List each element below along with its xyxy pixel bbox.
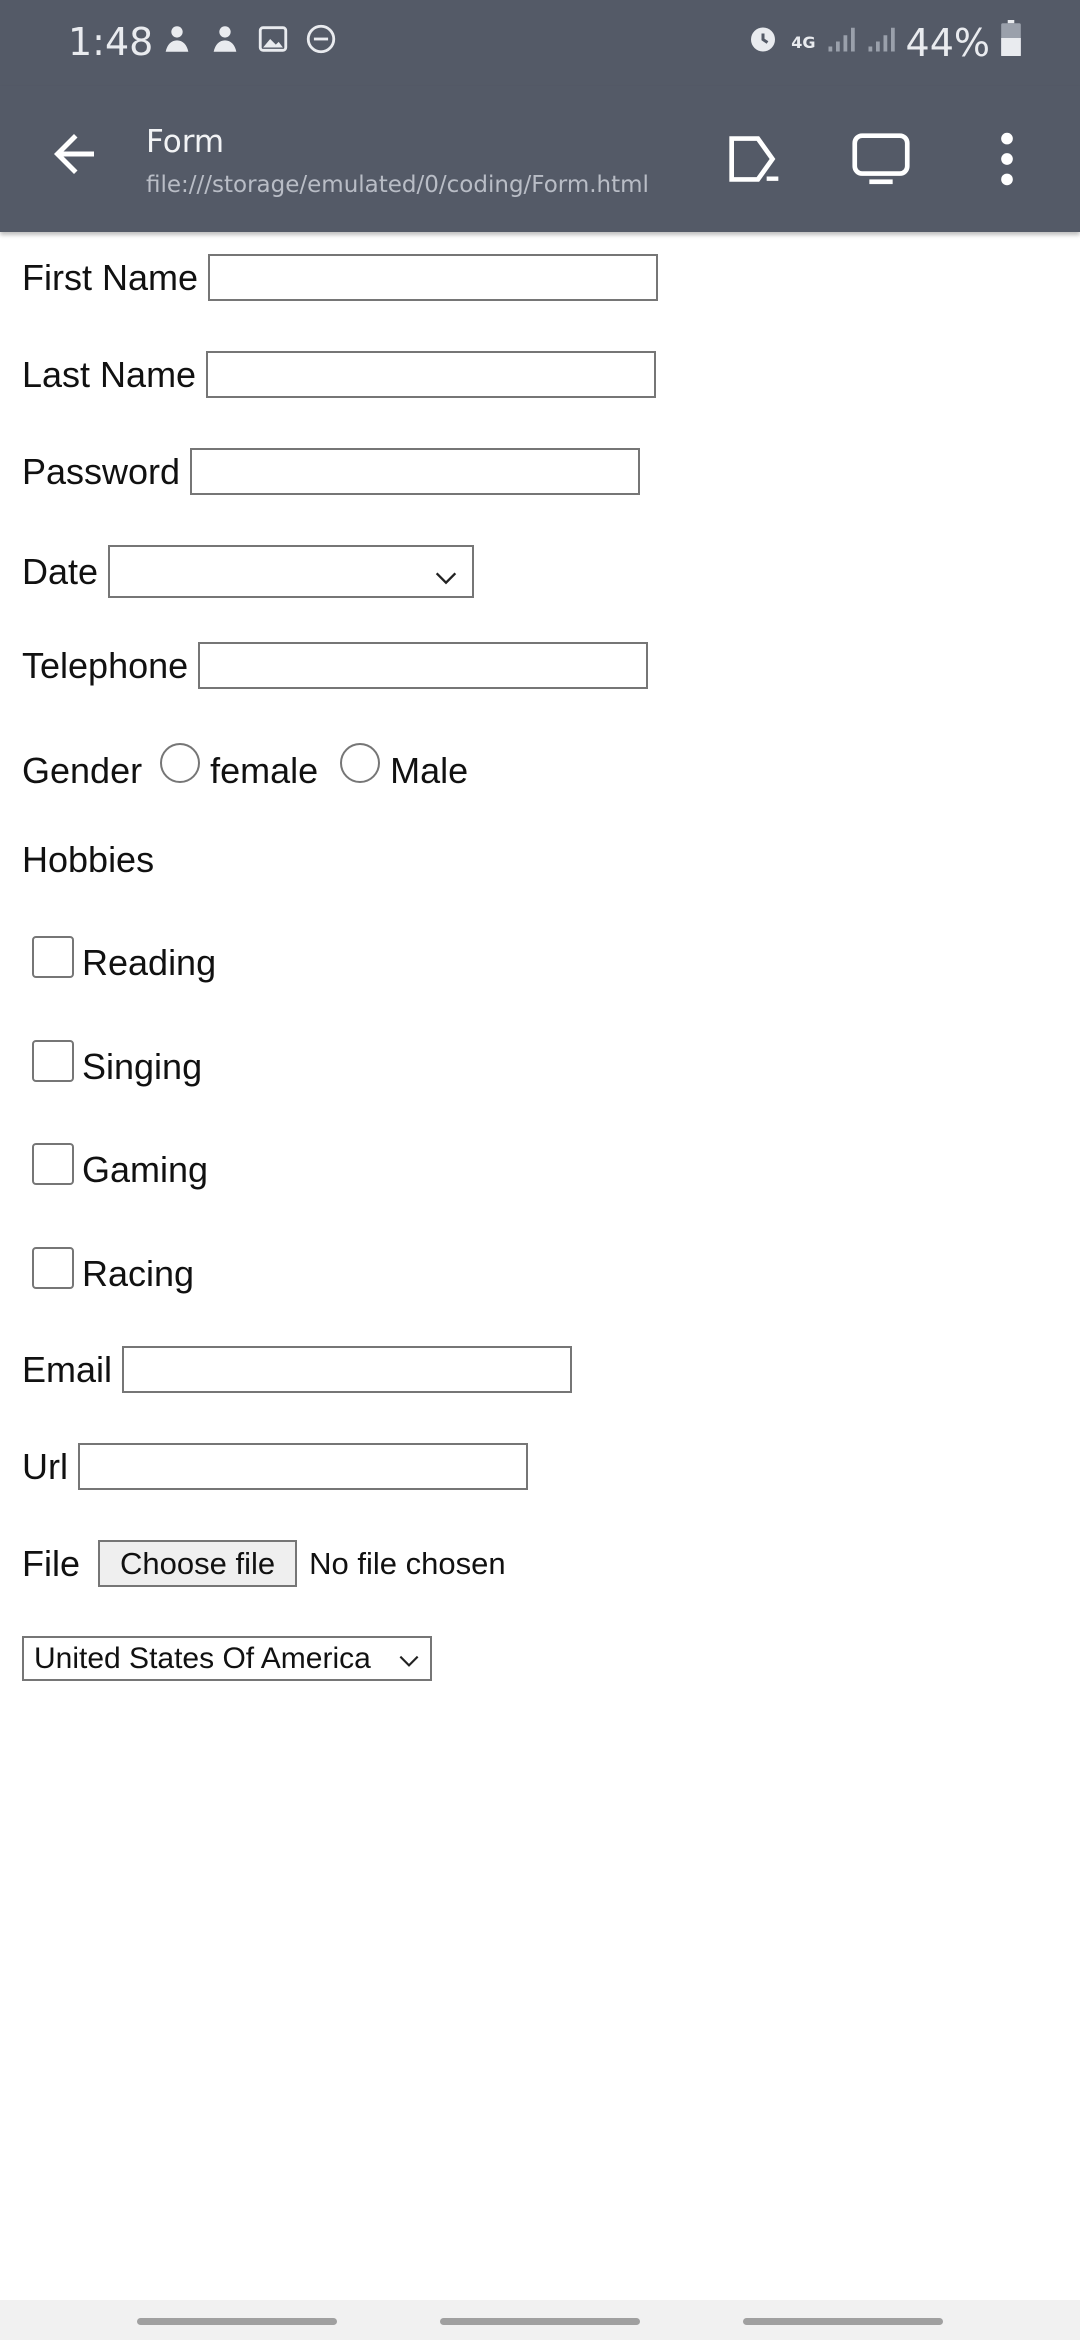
- hobby-reading-label: Reading: [82, 942, 217, 983]
- hobbies-label: Hobbies: [22, 839, 155, 880]
- nav-home-handle[interactable]: [440, 2318, 640, 2325]
- url-label: Url: [22, 1445, 68, 1487]
- telephone-row: Telephone: [22, 642, 649, 689]
- alarm-icon: [745, 20, 781, 65]
- signal-icon: [826, 21, 856, 65]
- hobby-singing-label: Singing: [82, 1046, 203, 1087]
- url-field[interactable]: [77, 1443, 528, 1490]
- hobby-reading-checkbox[interactable]: [32, 936, 74, 978]
- file-label: File: [22, 1542, 81, 1584]
- hobbies-row: Hobbies: [22, 839, 164, 881]
- last-name-row: Last Name: [22, 351, 657, 398]
- notification-icon: [208, 22, 242, 60]
- last-name-label: Last Name: [22, 353, 197, 395]
- battery-percent: 44%: [905, 20, 990, 65]
- back-arrow-icon[interactable]: [44, 124, 104, 184]
- do-not-disturb-icon: [304, 22, 338, 60]
- page-title: Form: [146, 124, 225, 160]
- file-row: File Choose file No file chosen: [22, 1540, 506, 1587]
- hobby-gaming-label: Gaming: [82, 1149, 209, 1190]
- first-name-label: First Name: [22, 256, 199, 298]
- hobby-reading-row: Reading: [22, 936, 217, 984]
- telephone-label: Telephone: [22, 644, 189, 686]
- hobby-gaming-row: Gaming: [22, 1143, 209, 1191]
- email-label: Email: [22, 1348, 113, 1390]
- country-row: United States Of America: [22, 1636, 432, 1681]
- more-vert-icon[interactable]: [972, 124, 1042, 194]
- country-selected-value: United States Of America: [34, 1641, 371, 1675]
- battery-icon: [1000, 20, 1022, 65]
- run-icon[interactable]: [720, 124, 790, 194]
- password-field[interactable]: [190, 448, 641, 495]
- last-name-field[interactable]: [206, 351, 657, 398]
- page-url: file:///storage/emulated/0/coding/Form.h…: [146, 172, 649, 198]
- hobby-racing-checkbox[interactable]: [32, 1247, 74, 1289]
- status-bar: 1:48 4G 44%: [0, 0, 1080, 86]
- desktop-view-icon[interactable]: [846, 124, 916, 194]
- email-field[interactable]: [122, 1346, 573, 1393]
- first-name-field[interactable]: [208, 254, 659, 301]
- url-row: Url: [22, 1443, 528, 1490]
- hobby-racing-row: Racing: [22, 1247, 195, 1295]
- notification-icon: [160, 22, 194, 60]
- gender-male-label: Male: [390, 750, 469, 791]
- password-label: Password: [22, 450, 181, 492]
- gender-label: Gender: [22, 750, 143, 791]
- country-select[interactable]: United States Of America: [22, 1636, 432, 1681]
- date-select[interactable]: [108, 545, 475, 598]
- email-row: Email: [22, 1346, 573, 1393]
- hobby-gaming-checkbox[interactable]: [32, 1143, 74, 1185]
- first-name-row: First Name: [22, 254, 659, 301]
- nav-recents-handle[interactable]: [137, 2318, 337, 2325]
- gender-row: Gender female Male: [22, 743, 469, 792]
- chevron-down-icon: [396, 1648, 422, 1674]
- hobby-singing-row: Singing: [22, 1040, 203, 1088]
- navigation-bar: [0, 2300, 1080, 2340]
- chevron-down-icon: [432, 559, 460, 587]
- image-icon: [256, 22, 290, 60]
- network-icon: 4G: [791, 32, 816, 52]
- hobby-singing-checkbox[interactable]: [32, 1040, 74, 1082]
- browser-toolbar: Form file:///storage/emulated/0/coding/F…: [0, 86, 1080, 232]
- signal-icon: [866, 21, 896, 65]
- status-time: 1:48: [68, 20, 154, 64]
- gender-female-label: female: [210, 750, 319, 791]
- hobby-racing-label: Racing: [82, 1253, 195, 1294]
- date-label: Date: [22, 550, 99, 592]
- choose-file-button[interactable]: Choose file: [98, 1540, 298, 1587]
- date-row: Date: [22, 545, 475, 598]
- file-status: No file chosen: [309, 1545, 506, 1581]
- nav-back-handle[interactable]: [743, 2318, 943, 2325]
- gender-male-radio[interactable]: [340, 743, 381, 783]
- gender-female-radio[interactable]: [160, 743, 201, 783]
- password-row: Password: [22, 448, 641, 495]
- telephone-field[interactable]: [198, 642, 649, 689]
